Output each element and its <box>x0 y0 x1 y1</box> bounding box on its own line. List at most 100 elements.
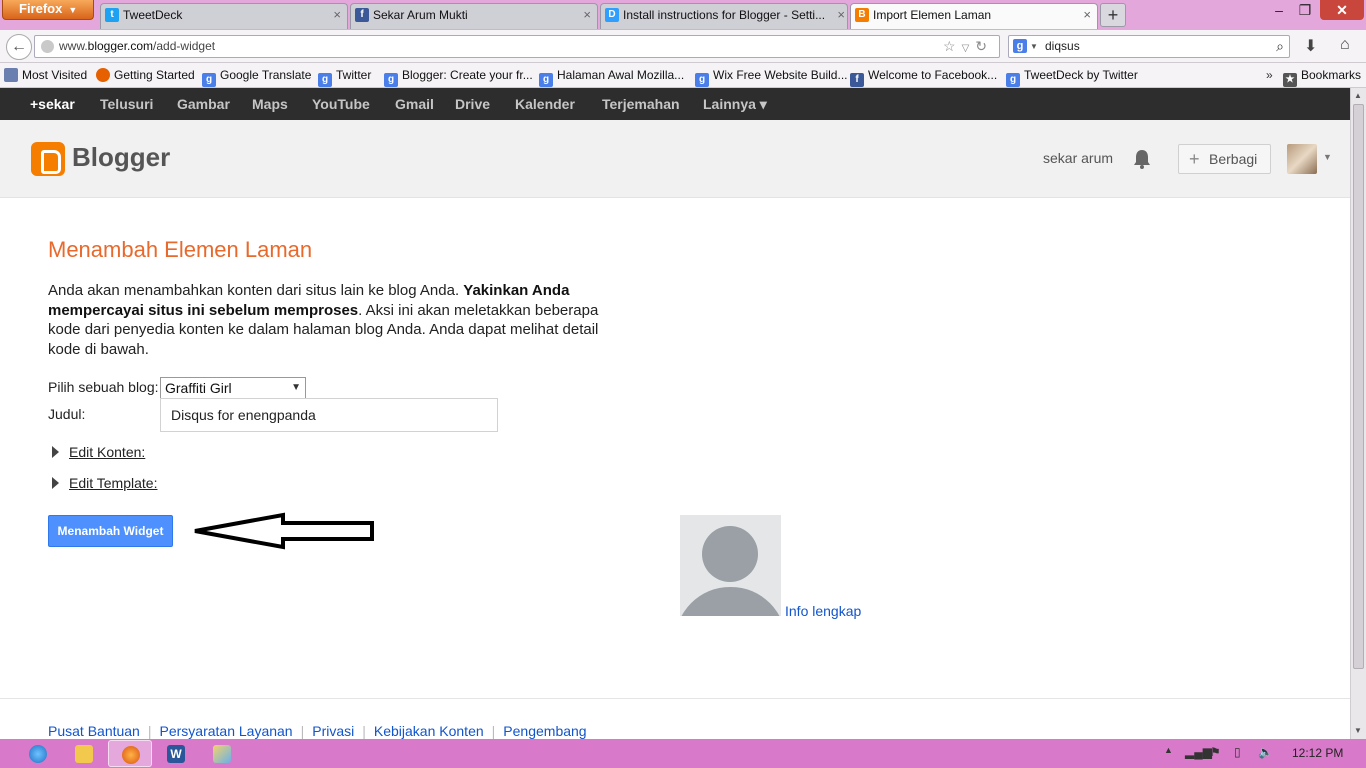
gbar-item-drive[interactable]: Drive <box>455 96 490 112</box>
expand-triangle-icon <box>52 446 59 458</box>
taskbar-firefox[interactable] <box>108 740 152 767</box>
tab-label: Sekar Arum Mukti <box>373 8 468 22</box>
bookmark-twitter[interactable]: g Twitter <box>318 68 371 87</box>
search-icon[interactable]: ⌕ <box>1276 36 1284 57</box>
footer-link-content-policy[interactable]: Kebijakan Konten <box>374 723 484 739</box>
power-icon[interactable]: ▯ <box>1234 745 1241 759</box>
footer-link-terms[interactable]: Persyaratan Layanan <box>160 723 293 739</box>
tab-tweetdeck[interactable]: t TweetDeck × <box>100 3 348 29</box>
bookmarks-overflow-icon[interactable]: » <box>1266 68 1273 82</box>
avatar-head-shape <box>702 526 758 582</box>
scroll-down-icon[interactable]: ▼ <box>1354 726 1362 735</box>
bookmark-getting-started[interactable]: Getting Started <box>96 68 195 82</box>
close-icon[interactable]: × <box>1083 4 1091 26</box>
gbar-item-maps[interactable]: Maps <box>252 96 288 112</box>
gbar-item-youtube[interactable]: YouTube <box>312 96 370 112</box>
expand-triangle-icon <box>52 477 59 489</box>
home-icon[interactable]: ⌂ <box>1340 36 1350 54</box>
bookmarks-menu[interactable]: ★ Bookmarks <box>1283 68 1361 87</box>
blogger-logo-text[interactable]: Blogger <box>72 142 170 173</box>
taskbar-ie[interactable] <box>16 740 60 767</box>
gbar-item-translate[interactable]: Terjemahan <box>602 96 680 112</box>
globe-icon <box>41 40 54 53</box>
title-input[interactable]: Disqus for enengpanda <box>160 398 498 432</box>
dropdown-icon[interactable]: ▽ <box>962 43 976 54</box>
bookmark-tweetdeck[interactable]: g TweetDeck by Twitter <box>1006 68 1138 87</box>
close-icon[interactable]: × <box>837 4 845 26</box>
chevron-down-icon[interactable]: ▼ <box>1030 36 1038 57</box>
footer-link-developers[interactable]: Pengembang <box>503 723 586 739</box>
tray-expand-icon[interactable]: ▲ <box>1164 745 1173 755</box>
gbar-item-gmail[interactable]: Gmail <box>395 96 434 112</box>
tab-import-elemen[interactable]: B Import Elemen Laman × <box>850 3 1098 29</box>
star-icon[interactable]: ☆ <box>943 38 962 54</box>
gbar-item-search[interactable]: Telusuri <box>100 96 153 112</box>
footer-link-help[interactable]: Pusat Bantuan <box>48 723 140 739</box>
taskbar-clock[interactable]: 12:12 PM <box>1292 746 1343 760</box>
page-title: Menambah Elemen Laman <box>48 237 313 262</box>
bookmark-facebook[interactable]: f Welcome to Facebook... <box>850 68 997 87</box>
download-icon[interactable]: ⬇ <box>1304 36 1317 56</box>
gbar-item-profile[interactable]: +sekar <box>30 96 75 112</box>
reload-icon[interactable]: ↻ <box>975 38 993 54</box>
bookmark-most-visited[interactable]: Most Visited <box>4 68 87 82</box>
bookmark-wix[interactable]: g Wix Free Website Build... <box>695 68 847 87</box>
tab-label: Install instructions for Blogger - Setti… <box>623 8 826 22</box>
share-button[interactable]: + Berbagi <box>1178 144 1271 174</box>
tab-facebook[interactable]: f Sekar Arum Mukti × <box>350 3 598 29</box>
scrollbar-thumb[interactable] <box>1353 104 1364 669</box>
gbar-item-images[interactable]: Gambar <box>177 96 230 112</box>
google-icon: g <box>539 73 553 87</box>
blog-select-value: Graffiti Girl <box>165 380 232 396</box>
facebook-icon: f <box>355 8 369 22</box>
blog-select[interactable]: Graffiti Girl ▼ <box>160 377 306 399</box>
bookmark-mozilla[interactable]: g Halaman Awal Mozilla... <box>539 68 684 87</box>
title-field-label: Judul: <box>48 406 86 422</box>
restore-icon[interactable]: ❐ <box>1292 0 1318 20</box>
action-center-flag-icon[interactable]: ⚑ <box>1210 745 1221 759</box>
twitter-icon: t <box>105 8 119 22</box>
volume-icon[interactable]: 🔈 <box>1258 745 1273 759</box>
taskbar-explorer[interactable] <box>62 740 106 767</box>
vertical-scrollbar[interactable]: ▲ ▼ <box>1350 88 1366 739</box>
chevron-down-icon: ▼ <box>291 382 301 393</box>
gbar-item-calendar[interactable]: Kalender <box>515 96 575 112</box>
new-tab-button[interactable]: + <box>1100 3 1126 27</box>
bookmark-blogger[interactable]: g Blogger: Create your fr... <box>384 68 533 87</box>
footer-link-privacy[interactable]: Privasi <box>312 723 354 739</box>
firefox-icon <box>122 746 140 764</box>
info-lengkap-link[interactable]: Info lengkap <box>785 603 861 619</box>
folder-icon <box>75 745 93 763</box>
add-widget-button[interactable]: Menambah Widget <box>48 515 173 547</box>
tab-disqus[interactable]: D Install instructions for Blogger - Set… <box>600 3 848 29</box>
google-icon: g <box>318 73 332 87</box>
url-bar[interactable]: www.blogger.com/add-widget ☆▽↻ <box>34 35 1000 58</box>
web-page: +sekar Telusuri Gambar Maps YouTube Gmai… <box>0 88 1350 739</box>
gbar-item-more[interactable]: Lainnya ▾ <box>703 96 767 113</box>
firefox-menu-button[interactable]: Firefox ▼ <box>2 0 94 20</box>
network-signal-icon[interactable]: ▂▄▆ <box>1185 745 1212 759</box>
chevron-down-icon[interactable]: ▼ <box>1323 152 1332 162</box>
avatar-body-shape <box>680 587 781 616</box>
edit-template-toggle[interactable]: Edit Template: <box>52 475 157 491</box>
minimize-icon[interactable]: – <box>1266 0 1292 20</box>
back-arrow-icon[interactable]: ← <box>6 34 32 60</box>
search-bar[interactable]: g ▼ diqsus ⌕ <box>1008 35 1290 58</box>
edit-content-toggle[interactable]: Edit Konten: <box>52 444 145 460</box>
taskbar-word[interactable]: W <box>154 740 198 767</box>
avatar[interactable] <box>1287 144 1317 174</box>
bookmark-google-translate[interactable]: g Google Translate <box>202 68 311 87</box>
star-icon: ★ <box>1283 73 1297 87</box>
blogger-icon: B <box>855 8 869 22</box>
scroll-up-icon[interactable]: ▲ <box>1354 91 1362 100</box>
user-name[interactable]: sekar arum <box>1043 150 1113 166</box>
close-icon[interactable]: × <box>333 4 341 26</box>
close-icon[interactable]: × <box>583 4 591 26</box>
blogger-logo-icon[interactable] <box>31 142 65 176</box>
disqus-icon: D <box>605 8 619 22</box>
page-description: Anda akan menambahkan konten dari situs … <box>48 282 599 359</box>
window-close-icon[interactable]: ✕ <box>1320 0 1364 20</box>
taskbar-paint[interactable] <box>200 740 244 767</box>
google-search-icon[interactable]: g <box>1013 39 1027 53</box>
bell-icon[interactable] <box>1133 149 1151 169</box>
